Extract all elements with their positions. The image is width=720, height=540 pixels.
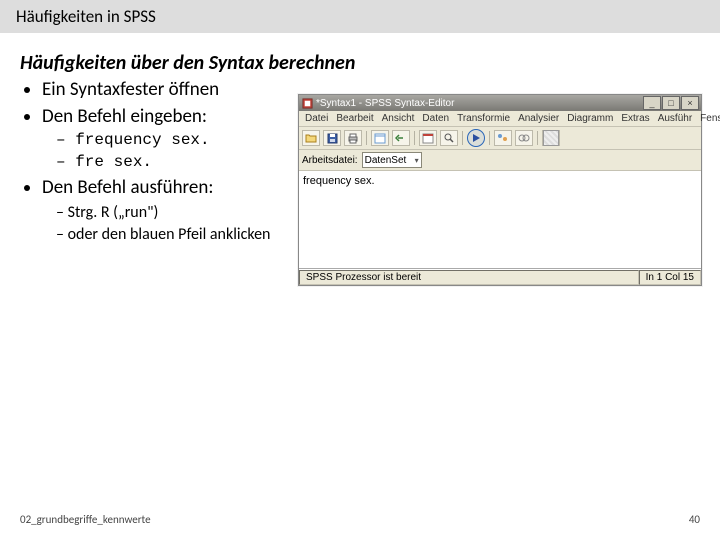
app-icon [302,98,313,109]
show-values-icon[interactable] [494,130,512,146]
use-sets-icon[interactable] [515,130,533,146]
menu-analyze[interactable]: Analysier [514,112,563,125]
footer-page-number: 40 [689,513,700,526]
working-file-label: Arbeitsdatei: [302,155,358,166]
save-icon[interactable] [323,130,341,146]
menu-bar[interactable]: Datei Bearbeit Ansicht Daten Transformie… [299,111,701,127]
toolbar-separator [489,131,490,145]
footer-left: 02_grundbegriffe_kennwerte [20,513,151,526]
status-bar: SPSS Prozessor ist bereit In 1 Col 15 [299,269,701,285]
syntax-help-icon[interactable] [542,130,560,146]
dialog-recall-icon[interactable] [371,130,389,146]
working-file-value: DatenSet [365,155,407,166]
spss-syntax-editor-window: *Syntax1 - SPSS Syntax-Editor _ □ × Date… [298,94,702,286]
menu-graphs[interactable]: Diagramm [563,112,617,125]
menu-utilities[interactable]: Extras [617,112,653,125]
toolbar [299,127,701,150]
menu-view[interactable]: Ansicht [378,112,419,125]
slide-title: Häufigkeiten in SPSS [0,0,720,33]
run-icon[interactable] [467,129,485,147]
menu-edit[interactable]: Bearbeit [332,112,377,125]
menu-data[interactable]: Daten [418,112,453,125]
window-titlebar[interactable]: *Syntax1 - SPSS Syntax-Editor _ □ × [299,95,701,111]
syntax-editor-area[interactable]: frequency sex. [299,171,701,269]
minimize-button[interactable]: _ [643,96,661,110]
print-icon[interactable] [344,130,362,146]
undo-icon[interactable] [392,130,410,146]
content-heading: Häufigkeiten über den Syntax berechnen [20,51,700,75]
toolbar-separator [414,131,415,145]
working-file-dropdown[interactable]: DatenSet [362,152,422,168]
toolbar-separator [366,131,367,145]
working-file-row: Arbeitsdatei: DatenSet [299,150,701,171]
menu-run[interactable]: Ausführ [654,112,696,125]
goto-case-icon[interactable] [419,130,437,146]
close-button[interactable]: × [681,96,699,110]
toolbar-separator [537,131,538,145]
maximize-button[interactable]: □ [662,96,680,110]
menu-transform[interactable]: Transformie [453,112,514,125]
toolbar-separator [462,131,463,145]
status-message: SPSS Prozessor ist bereit [299,270,639,285]
find-icon[interactable] [440,130,458,146]
status-cursor-pos: In 1 Col 15 [639,270,701,285]
window-title-text: *Syntax1 - SPSS Syntax-Editor [316,98,454,109]
menu-file[interactable]: Datei [301,112,332,125]
menu-window[interactable]: Fenste [696,112,720,125]
editor-text: frequency sex. [303,175,375,187]
open-file-icon[interactable] [302,130,320,146]
